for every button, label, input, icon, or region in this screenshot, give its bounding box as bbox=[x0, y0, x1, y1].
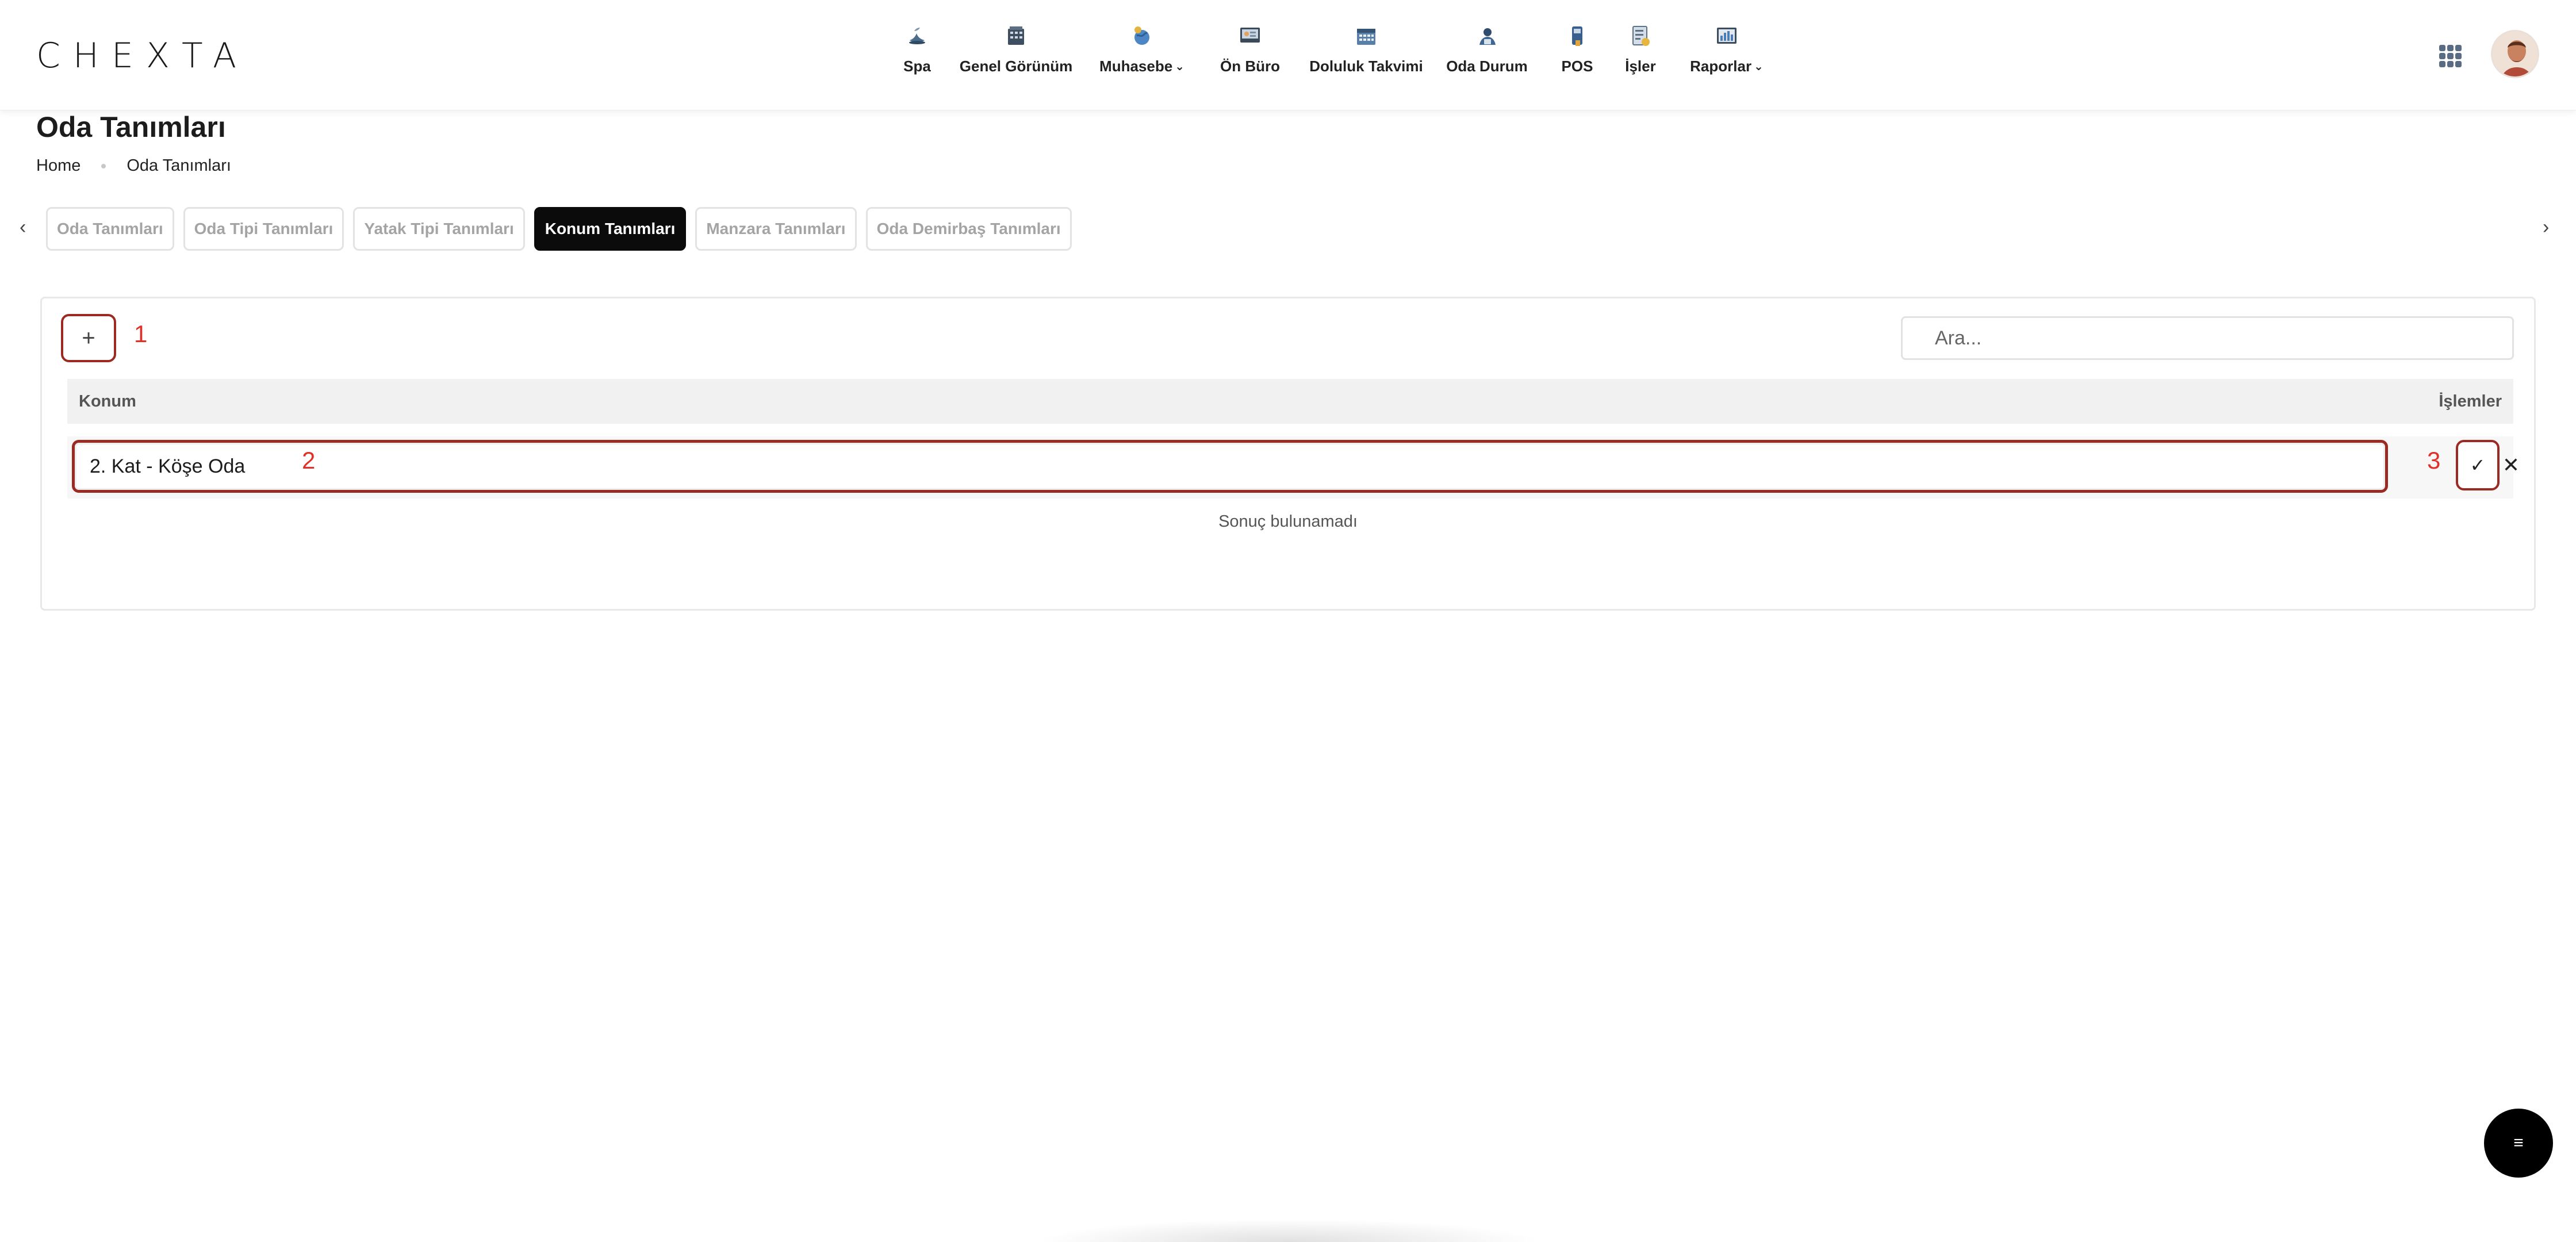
tabs-scroll-right-icon[interactable]: › bbox=[2543, 216, 2549, 239]
breadcrumb: Home Oda Tanımları bbox=[36, 156, 231, 175]
nav-item-muhasebe[interactable]: Muhasebe ⌄ bbox=[1090, 23, 1194, 75]
top-navigation-bar: CHEXTA Spa Genel Görünüm Muhasebe ⌄ Ön B… bbox=[0, 0, 2576, 110]
bottom-shadow bbox=[1035, 1219, 1541, 1242]
definition-tabs: Oda Tanımları Oda Tipi Tanımları Yatak T… bbox=[46, 207, 1072, 251]
page-title: Oda Tanımları bbox=[36, 111, 226, 143]
nav-label-muhasebe-text: Muhasebe bbox=[1099, 57, 1173, 75]
table-row-editing: 2 3 ✓ ✕ bbox=[67, 436, 2520, 499]
chevron-down-icon: ⌄ bbox=[1175, 60, 1184, 73]
cancel-button[interactable]: ✕ bbox=[2500, 442, 2523, 488]
confirm-button[interactable]: ✓ bbox=[2456, 440, 2500, 490]
nav-label-raporlar: Raporlar ⌄ bbox=[1690, 57, 1764, 75]
search-input[interactable] bbox=[1901, 316, 2514, 360]
menu-fab-button[interactable]: ≡ bbox=[2484, 1109, 2553, 1178]
konum-name-input[interactable] bbox=[72, 440, 2388, 493]
tasks-icon bbox=[1632, 26, 1650, 46]
nav-label-muhasebe: Muhasebe ⌄ bbox=[1099, 57, 1184, 75]
menu-icon: ≡ bbox=[2513, 1133, 2524, 1152]
building-icon bbox=[1008, 26, 1024, 45]
breadcrumb-separator bbox=[101, 163, 106, 168]
add-button[interactable]: + bbox=[61, 314, 116, 362]
pos-icon bbox=[1572, 26, 1582, 46]
calendar-icon bbox=[1357, 29, 1375, 45]
nav-item-isler[interactable]: İşler bbox=[1620, 23, 1661, 75]
chevron-down-icon: ⌄ bbox=[1754, 60, 1764, 73]
room-status-icon bbox=[1479, 28, 1496, 45]
column-header-islemler: İşlemler bbox=[2439, 392, 2502, 411]
nav-item-raporlar[interactable]: Raporlar ⌄ bbox=[1689, 23, 1764, 75]
nav-label-genel-gorunum: Genel Görünüm bbox=[959, 57, 1073, 75]
tab-yatak-tipi-tanimlari[interactable]: Yatak Tipi Tanımları bbox=[353, 207, 525, 251]
annotation-marker-1: 1 bbox=[134, 320, 148, 347]
tab-konum-tanimlari[interactable]: Konum Tanımları bbox=[534, 207, 687, 251]
nav-item-oda-durum[interactable]: Oda Durum bbox=[1441, 23, 1533, 75]
annotation-marker-3: 3 bbox=[2427, 447, 2441, 474]
nav-label-on-buro: Ön Büro bbox=[1220, 57, 1280, 75]
nav-item-pos[interactable]: POS bbox=[1557, 23, 1597, 75]
konum-card: + 1 Konum İşlemler 2 3 ✓ ✕ Sonuç bulunam… bbox=[40, 297, 2536, 611]
annotation-marker-2: 2 bbox=[302, 447, 316, 474]
table-header: Konum İşlemler bbox=[67, 379, 2513, 424]
user-avatar[interactable] bbox=[2491, 30, 2539, 78]
column-header-konum: Konum bbox=[79, 392, 136, 411]
nav-label-pos: POS bbox=[1561, 57, 1593, 75]
tab-manzara-tanimlari[interactable]: Manzara Tanımları bbox=[695, 207, 857, 251]
tabs-scroll-left-icon[interactable]: ‹ bbox=[20, 216, 26, 239]
tab-oda-tanimlari[interactable]: Oda Tanımları bbox=[46, 207, 174, 251]
breadcrumb-current: Oda Tanımları bbox=[126, 156, 231, 175]
nav-label-spa: Spa bbox=[903, 57, 931, 75]
check-icon: ✓ bbox=[2470, 455, 2486, 476]
main-nav: Spa Genel Görünüm Muhasebe ⌄ Ön Büro Dol… bbox=[885, 23, 1764, 86]
nav-label-isler: İşler bbox=[1625, 57, 1656, 75]
nav-label-doluluk-takvimi: Doluluk Takvimi bbox=[1309, 57, 1423, 75]
tab-oda-demirbas-tanimlari[interactable]: Oda Demirbaş Tanımları bbox=[865, 207, 1072, 251]
nav-item-on-buro[interactable]: Ön Büro bbox=[1216, 23, 1285, 75]
frontdesk-icon bbox=[1240, 28, 1260, 43]
tab-oda-tipi-tanimlari[interactable]: Oda Tipi Tanımları bbox=[183, 207, 344, 251]
apps-grid-icon[interactable] bbox=[2438, 44, 2463, 69]
nav-label-raporlar-text: Raporlar bbox=[1690, 57, 1752, 75]
spa-icon bbox=[909, 28, 925, 44]
chexta-logo[interactable]: CHEXTA bbox=[36, 36, 249, 76]
breadcrumb-home[interactable]: Home bbox=[36, 156, 80, 175]
close-icon: ✕ bbox=[2502, 453, 2520, 477]
nav-item-doluluk-takvimi[interactable]: Doluluk Takvimi bbox=[1309, 23, 1424, 75]
empty-state-text: Sonuç bulunamadı bbox=[1218, 512, 1358, 531]
avatar-icon bbox=[2493, 32, 2537, 76]
reports-icon bbox=[1717, 28, 1736, 44]
nav-item-spa[interactable]: Spa bbox=[885, 23, 949, 75]
globe-coin-icon bbox=[1134, 26, 1149, 45]
nav-item-genel-gorunum[interactable]: Genel Görünüm bbox=[956, 23, 1076, 75]
nav-label-oda-durum: Oda Durum bbox=[1446, 57, 1528, 75]
